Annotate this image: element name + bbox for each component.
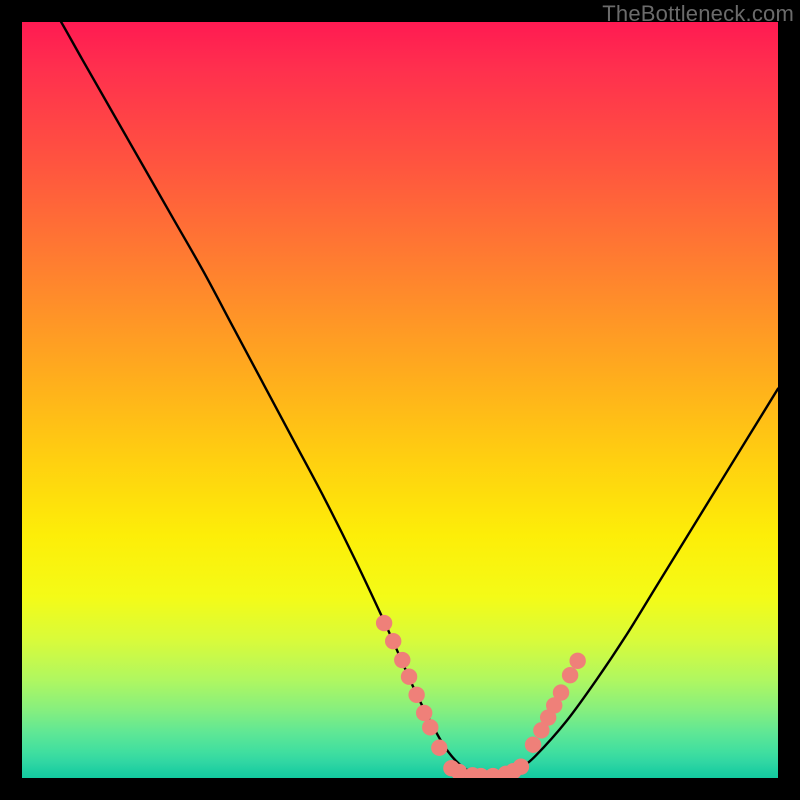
data-dot [394,652,410,668]
data-dot [431,740,447,756]
data-dot [553,684,569,700]
data-dot [408,687,424,703]
data-dot [385,633,401,649]
data-dot [422,719,438,735]
chart-frame: TheBottleneck.com [0,0,800,800]
chart-svg [22,22,778,778]
highlight-dots [376,615,586,778]
data-dot [513,758,529,774]
plot-area [22,22,778,778]
data-dot [416,705,432,721]
data-dot [569,653,585,669]
data-dot [376,615,392,631]
data-dot [525,737,541,753]
data-dot [562,667,578,683]
data-dot [401,669,417,685]
watermark-text: TheBottleneck.com [602,1,794,27]
